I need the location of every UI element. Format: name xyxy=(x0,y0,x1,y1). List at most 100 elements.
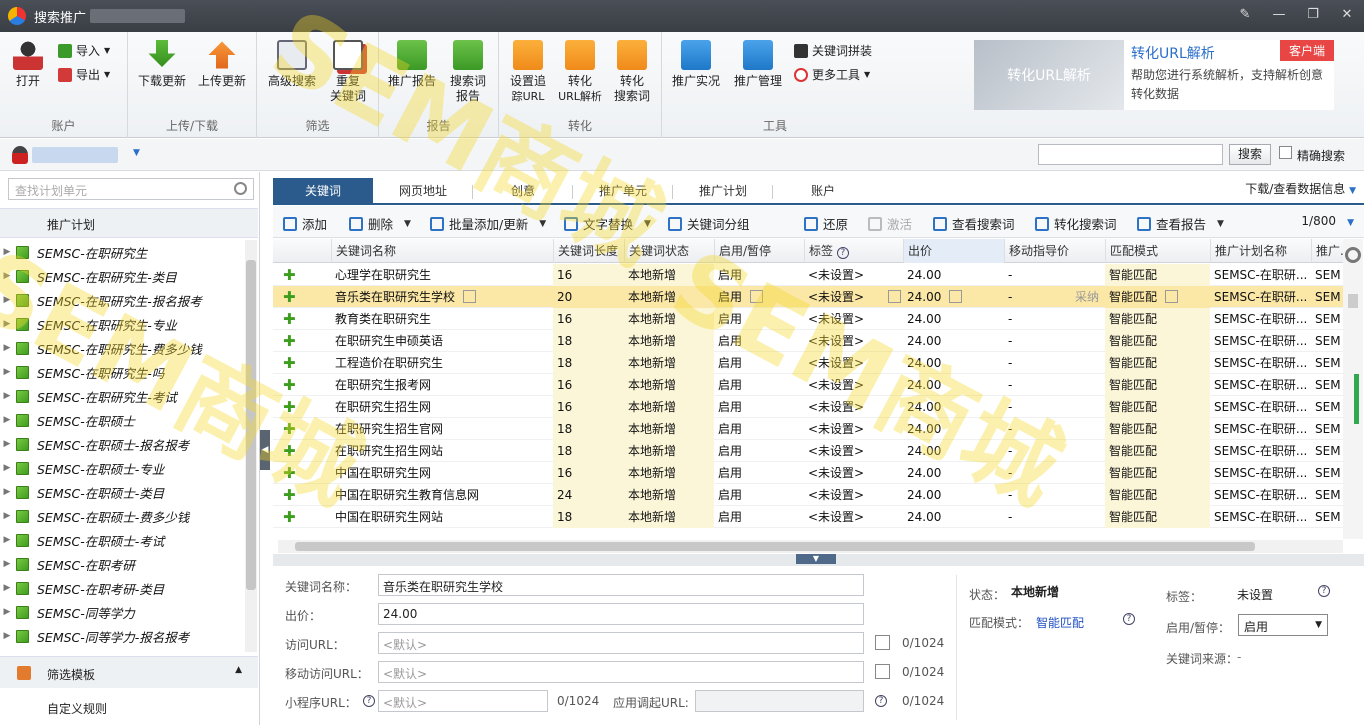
cell-match[interactable]: 智能匹配 xyxy=(1105,396,1210,418)
help-icon[interactable]: ? xyxy=(363,695,375,707)
edit-icon[interactable] xyxy=(1165,290,1179,303)
cell-keyword[interactable]: 中国在职研究生网站 xyxy=(331,506,553,528)
cell-tag[interactable]: <未设置> xyxy=(804,286,903,308)
cell-mobile-bid[interactable]: - xyxy=(1004,396,1105,418)
cell-length[interactable]: 16 xyxy=(553,374,624,396)
plan-item[interactable]: ▶ SEMSC-同等学力-报名报考 xyxy=(0,624,244,648)
activate-button[interactable]: 激活 xyxy=(868,214,912,233)
cell-unit[interactable]: SEM xyxy=(1311,308,1343,330)
plan-item[interactable]: ▶ SEMSC-在职研究生-专业 xyxy=(0,312,244,336)
chevron-up-icon[interactable]: ▲ xyxy=(235,665,242,675)
cell-status[interactable]: 本地新增 xyxy=(624,352,714,374)
table-row[interactable]: ✚ 中国在职研究生网站 18 本地新增 启用 <未设置> 24.00- 智能匹配 SEMSC-在… xyxy=(273,506,1343,528)
cell-unit[interactable]: SEM xyxy=(1311,286,1343,308)
add-row-icon[interactable]: ✚ xyxy=(273,308,331,330)
delete-button[interactable]: 删除 ▼ xyxy=(349,214,411,233)
external-link-icon[interactable] xyxy=(875,664,890,679)
expand-arrow-icon[interactable]: ▶ xyxy=(0,391,14,401)
cell-unit[interactable]: SEM xyxy=(1311,440,1343,462)
cell-bid[interactable]: 24.00 xyxy=(903,440,1004,462)
expand-arrow-icon[interactable]: ▶ xyxy=(0,607,14,617)
cell-keyword[interactable]: 工程造价在职研究生 xyxy=(331,352,553,374)
batch-add-button[interactable]: 批量添加/更新 ▼ xyxy=(430,214,546,233)
external-link-icon[interactable] xyxy=(875,635,890,650)
download-data-dropdown[interactable]: 下载/查看数据信息 ▼ xyxy=(1245,178,1356,202)
cell-unit[interactable]: SEM xyxy=(1311,352,1343,374)
cell-keyword[interactable]: 在职研究生招生网 xyxy=(331,396,553,418)
more-tools-button[interactable]: 更多工具 ▼ xyxy=(794,66,870,83)
add-row-icon[interactable]: ✚ xyxy=(273,374,331,396)
cell-mobile-bid[interactable]: - xyxy=(1004,330,1105,352)
table-row[interactable]: ✚ 教育类在职研究生 16 本地新增 启用 <未设置> 24.00- 智能匹配 SEMSC-在职… xyxy=(273,308,1343,330)
cell-tag[interactable]: <未设置> xyxy=(804,374,903,396)
cell-status[interactable]: 本地新增 xyxy=(624,286,714,308)
expand-arrow-icon[interactable]: ▶ xyxy=(0,583,14,593)
chevron-down-icon[interactable]: ▼ xyxy=(796,554,836,564)
search-term-report-button[interactable]: 搜索词 报告 xyxy=(443,40,493,104)
add-row-icon[interactable]: ✚ xyxy=(273,462,331,484)
cell-mobile-bid[interactable]: - xyxy=(1004,352,1105,374)
view-search-terms-button[interactable]: 查看搜索词 xyxy=(933,214,1015,233)
cell-length[interactable]: 18 xyxy=(553,352,624,374)
cell-match[interactable]: 智能匹配 xyxy=(1105,440,1210,462)
expand-arrow-icon[interactable]: ▶ xyxy=(0,415,14,425)
conversion-url-parse-button[interactable]: 转化 URL解析 xyxy=(555,40,605,104)
table-row[interactable]: ✚ 在职研究生招生网 16 本地新增 启用 <未设置> 24.00- 智能匹配 SEMSC-在职… xyxy=(273,396,1343,418)
cell-plan[interactable]: SEMSC-在职研... xyxy=(1210,484,1311,506)
promotion-report-button[interactable]: 推广报告 xyxy=(387,40,437,89)
cell-plan[interactable]: SEMSC-在职研... xyxy=(1210,396,1311,418)
cell-tag[interactable]: <未设置> xyxy=(804,330,903,352)
cell-keyword[interactable]: 音乐类在职研究生学校 xyxy=(331,286,553,308)
expand-arrow-icon[interactable]: ▶ xyxy=(0,535,14,545)
cell-length[interactable]: 16 xyxy=(553,308,624,330)
import-button[interactable]: 导入 ▼ xyxy=(58,42,110,59)
mini-program-url-field[interactable]: <默认> xyxy=(378,690,548,712)
url-field[interactable]: <默认> xyxy=(378,632,864,654)
cell-tag[interactable]: <未设置> xyxy=(804,264,903,286)
cell-tag[interactable]: <未设置> xyxy=(804,396,903,418)
conversion-search-term-button[interactable]: 转化 搜索词 xyxy=(609,40,655,104)
add-button[interactable]: 添加 xyxy=(283,214,327,233)
promotion-live-button[interactable]: 推广实况 xyxy=(670,40,722,89)
table-row[interactable]: ✚ 在职研究生申硕英语 18 本地新增 启用 <未设置> 24.00- 智能匹配 SEMSC-在… xyxy=(273,330,1343,352)
plan-item[interactable]: ▶ SEMSC-在职研究生 xyxy=(0,240,244,264)
table-row[interactable]: ✚ 工程造价在职研究生 18 本地新增 启用 <未设置> 24.00- 智能匹配 SEMSC-在… xyxy=(273,352,1343,374)
table-row[interactable]: ✚ 在职研究生报考网 16 本地新增 启用 <未设置> 24.00- 智能匹配 SEMSC-在职… xyxy=(273,374,1343,396)
cell-keyword[interactable]: 教育类在职研究生 xyxy=(331,308,553,330)
restore-button[interactable]: 还原 xyxy=(804,214,848,233)
plan-item[interactable]: ▶ SEMSC-在职硕士-专业 xyxy=(0,456,244,480)
plan-item[interactable]: ▶ SEMSC-同等学力 xyxy=(0,600,244,624)
cell-status[interactable]: 本地新增 xyxy=(624,484,714,506)
cell-mobile-bid[interactable]: - xyxy=(1004,418,1105,440)
cell-mobile-bid[interactable]: - xyxy=(1004,264,1105,286)
table-scrollbar[interactable] xyxy=(1343,239,1363,539)
cell-length[interactable]: 16 xyxy=(553,462,624,484)
expand-arrow-icon[interactable]: ▶ xyxy=(0,463,14,473)
cell-status[interactable]: 本地新增 xyxy=(624,308,714,330)
cell-enabled[interactable]: 启用 xyxy=(714,352,804,374)
cell-bid[interactable]: 24.00 xyxy=(903,374,1004,396)
cell-bid[interactable]: 24.00 xyxy=(903,264,1004,286)
cell-unit[interactable]: SEM xyxy=(1311,418,1343,440)
custom-rule-link[interactable]: 自定义规则 xyxy=(47,700,107,717)
expand-arrow-icon[interactable]: ▶ xyxy=(0,271,14,281)
search-button[interactable]: 搜索 xyxy=(1229,144,1271,165)
table-row[interactable]: ✚ 心理学在职研究生 16 本地新增 启用 <未设置> 24.00- 智能匹配 SEMSC-在职… xyxy=(273,264,1343,286)
help-icon[interactable]: ? xyxy=(875,695,887,707)
cell-mobile-bid[interactable]: - xyxy=(1004,484,1105,506)
add-row-icon[interactable]: ✚ xyxy=(273,286,331,308)
header-mobile-bid[interactable]: 移动指导价 xyxy=(1004,239,1105,263)
promo-banner[interactable]: 转化URL解析 转化URL解析 客户端 帮助您进行系统解析，支持解析创意转化数据 xyxy=(974,40,1334,110)
cell-match[interactable]: 智能匹配 xyxy=(1105,330,1210,352)
cell-keyword[interactable]: 在职研究生报考网 xyxy=(331,374,553,396)
tab-units[interactable]: 推广单元 xyxy=(573,178,673,205)
cell-enabled[interactable]: 启用 xyxy=(714,264,804,286)
cell-unit[interactable]: SEM xyxy=(1311,330,1343,352)
cell-plan[interactable]: SEMSC-在职研... xyxy=(1210,352,1311,374)
header-enabled[interactable]: 启用/暂停 xyxy=(714,239,804,263)
cell-match[interactable]: 智能匹配 xyxy=(1105,462,1210,484)
cell-match[interactable]: 智能匹配 xyxy=(1105,418,1210,440)
cell-tag[interactable]: <未设置> xyxy=(804,462,903,484)
convert-search-terms-button[interactable]: 转化搜索词 xyxy=(1035,214,1117,233)
plan-item[interactable]: ▶ SEMSC-在职硕士 xyxy=(0,408,244,432)
